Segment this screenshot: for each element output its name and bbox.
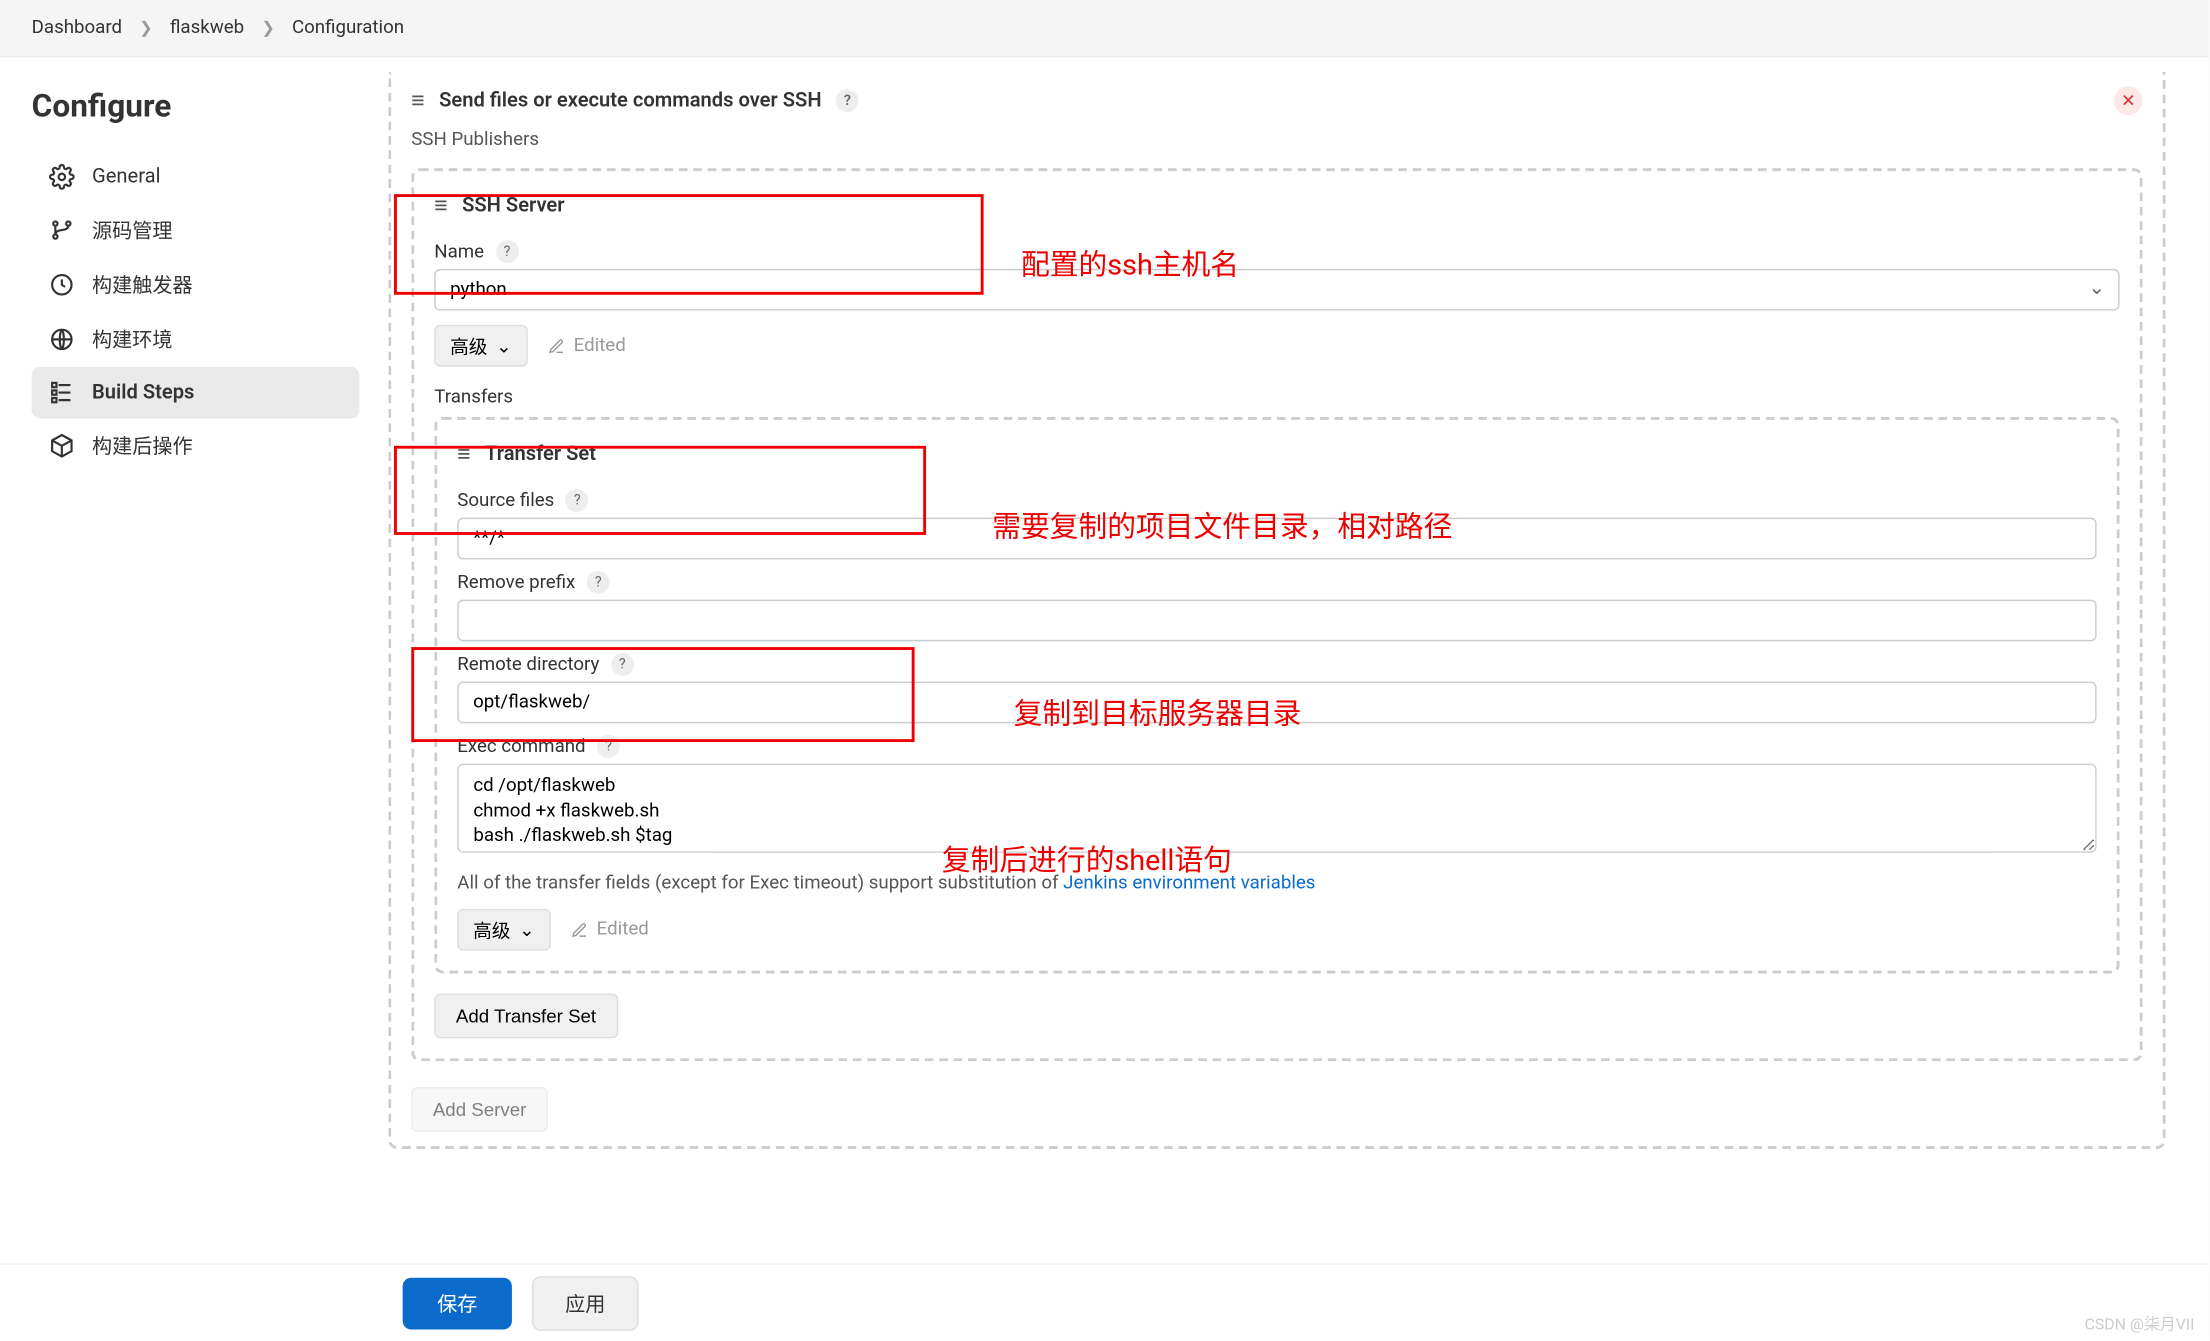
transfer-set-title: Transfer Set — [485, 443, 596, 466]
edited-indicator: Edited — [548, 335, 626, 357]
build-step-section: ✕ ≡ Send files or execute commands over … — [388, 72, 2165, 1149]
exec-cmd-textarea[interactable]: cd /opt/flaskweb chmod +x flaskweb.sh ba… — [457, 764, 2096, 853]
remove-prefix-label-row: Remove prefix ? — [457, 571, 2096, 594]
sidebar-item-label: 构建触发器 — [92, 270, 193, 299]
globe-icon — [49, 326, 75, 352]
drag-handle-icon[interactable]: ≡ — [411, 86, 424, 115]
add-server-button[interactable]: Add Server — [411, 1087, 548, 1132]
add-transfer-set-button[interactable]: Add Transfer Set — [434, 994, 617, 1039]
ssh-server-title: SSH Server — [462, 194, 564, 217]
sidebar-item-env[interactable]: 构建环境 — [32, 312, 360, 367]
chevron-right-icon: ❯ — [139, 19, 152, 38]
remote-dir-input[interactable] — [457, 682, 2096, 724]
source-files-label: Source files — [457, 490, 554, 512]
sidebar-item-build-steps[interactable]: Build Steps — [32, 367, 360, 419]
apply-button[interactable]: 应用 — [532, 1276, 638, 1331]
gear-icon — [49, 164, 75, 190]
save-button[interactable]: 保存 — [403, 1277, 512, 1329]
content-area: ✕ ≡ Send files or execute commands over … — [374, 58, 2209, 1263]
advanced-button[interactable]: 高级 ⌄ — [434, 325, 527, 367]
drag-handle-icon[interactable]: ≡ — [457, 440, 470, 469]
remove-prefix-input[interactable] — [457, 600, 2096, 642]
source-files-input[interactable] — [457, 518, 2096, 560]
sidebar-item-post-build[interactable]: 构建后操作 — [32, 418, 360, 473]
help-icon[interactable]: ? — [566, 489, 589, 512]
name-label: Name — [434, 241, 484, 263]
ssh-server-block: ≡ SSH Server Name ? python 高级 ⌄ — [411, 168, 2142, 1061]
breadcrumb-config[interactable]: Configuration — [292, 17, 404, 39]
bottom-bar: 保存 应用 CSDN @柒月VII — [0, 1263, 2209, 1341]
exec-cmd-label-row: Exec command ? — [457, 735, 2096, 758]
remote-dir-label-row: Remote directory ? — [457, 653, 2096, 676]
branch-icon — [49, 217, 75, 243]
help-icon[interactable]: ? — [597, 735, 620, 758]
breadcrumb-dashboard[interactable]: Dashboard — [32, 17, 122, 39]
help-icon[interactable]: ? — [611, 653, 634, 676]
ssh-name-select[interactable]: python — [434, 269, 2119, 311]
clock-icon — [49, 272, 75, 298]
name-label-row: Name ? — [434, 240, 2119, 263]
sidebar-item-label: Build Steps — [92, 381, 194, 404]
exec-cmd-label: Exec command — [457, 736, 585, 758]
chevron-right-icon: ❯ — [261, 19, 274, 38]
ssh-server-header: ≡ SSH Server — [434, 183, 2119, 229]
env-vars-link[interactable]: Jenkins environment variables — [1063, 873, 1315, 895]
sidebar-item-label: 源码管理 — [92, 216, 173, 245]
sidebar-item-general[interactable]: General — [32, 151, 360, 203]
help-icon[interactable]: ? — [587, 571, 610, 594]
transfer-set-header: ≡ Transfer Set — [457, 431, 2096, 477]
sidebar-item-label: 构建后操作 — [92, 431, 193, 460]
drag-handle-icon[interactable]: ≡ — [434, 191, 447, 220]
breadcrumb: Dashboard ❯ flaskweb ❯ Configuration — [0, 0, 2209, 58]
edited-indicator: Edited — [571, 919, 649, 941]
pencil-icon — [548, 337, 565, 354]
sidebar: Configure General 源码管理 构建触发器 构建环境 Build … — [0, 58, 374, 1263]
step-title: Send files or execute commands over SSH — [439, 89, 822, 112]
sidebar-item-triggers[interactable]: 构建触发器 — [32, 257, 360, 312]
help-icon[interactable]: ? — [496, 240, 519, 263]
help-icon[interactable]: ? — [836, 89, 859, 112]
close-icon[interactable]: ✕ — [2114, 86, 2143, 115]
breadcrumb-project[interactable]: flaskweb — [170, 17, 244, 39]
sidebar-item-label: 构建环境 — [92, 325, 173, 354]
watermark: CSDN @柒月VII — [2085, 1312, 2195, 1335]
remove-prefix-label: Remove prefix — [457, 572, 575, 594]
chevron-down-icon: ⌄ — [519, 918, 535, 941]
chevron-down-icon: ⌄ — [496, 334, 512, 357]
source-files-label-row: Source files ? — [457, 489, 2096, 512]
step-header: ≡ Send files or execute commands over SS… — [391, 72, 2163, 130]
sidebar-item-scm[interactable]: 源码管理 — [32, 203, 360, 258]
pencil-icon — [571, 921, 588, 938]
sidebar-item-label: General — [92, 165, 160, 188]
steps-icon — [49, 380, 75, 406]
remote-dir-label: Remote directory — [457, 654, 599, 676]
info-text: All of the transfer fields (except for E… — [457, 873, 2096, 895]
package-icon — [49, 433, 75, 459]
transfer-set-block: ≡ Transfer Set Source files ? Remove pre… — [434, 417, 2119, 974]
ssh-publishers-label: SSH Publishers — [391, 129, 2163, 159]
advanced-button[interactable]: 高级 ⌄ — [457, 909, 550, 951]
transfers-label: Transfers — [434, 387, 2119, 409]
page-title: Configure — [32, 89, 360, 125]
